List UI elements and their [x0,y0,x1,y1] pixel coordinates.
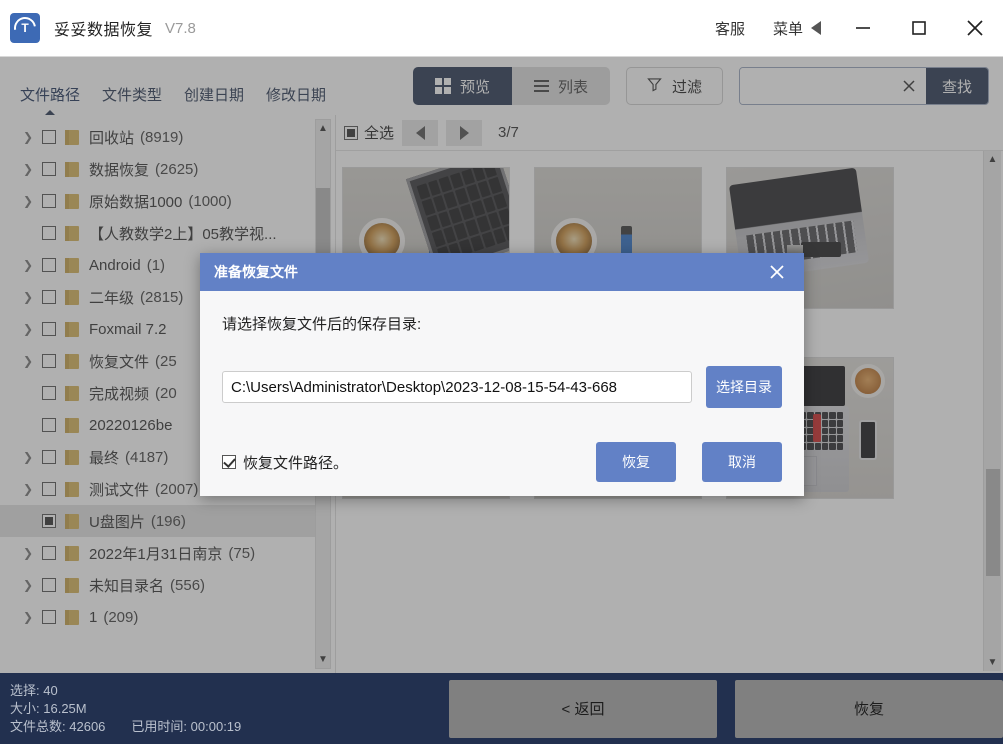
customer-service-button[interactable]: 客服 [701,18,759,39]
app-version: V7.8 [165,19,196,37]
dialog-cancel-button[interactable]: 取消 [702,442,782,482]
restore-path-label: 恢复文件路径。 [243,454,349,472]
dialog-prompt: 请选择恢复文件后的保存目录: [222,316,422,333]
app-logo-icon: T [9,12,41,44]
recover-dialog: 准备恢复文件 请选择恢复文件后的保存目录: 选择目录 恢复文件路径。 恢复 取消 [200,253,804,496]
dialog-path-row: 选择目录 [222,366,782,408]
back-button[interactable]: < 返回 [449,679,717,738]
total-files-value: 42606 [69,718,106,734]
status-bar: 选择: 40 大小: 16.25M 文件总数: 42606 已用时间: 00:0… [0,673,1003,744]
dialog-title: 准备恢复文件 [214,264,298,280]
dialog-recover-button[interactable]: 恢复 [596,442,676,482]
dialog-body: 请选择恢复文件后的保存目录: 选择目录 恢复文件路径。 恢复 取消 [200,291,804,496]
dialog-footer: 恢复文件路径。 恢复 取消 [222,442,782,482]
maximize-button[interactable] [891,0,947,56]
restore-path-checkbox-group[interactable]: 恢复文件路径。 [222,452,348,473]
dialog-header: 准备恢复文件 [200,253,804,291]
menu-caret-icon[interactable] [811,21,821,35]
app-title: 妥妥数据恢复 [54,22,154,39]
status-actions: < 返回 恢复 [449,679,1003,738]
application-window: T 妥妥数据恢复 V7.8 客服 菜单 文件路径 文件类型 创建日期 修改日期 [0,0,1003,744]
choose-directory-button[interactable]: 选择目录 [706,366,782,408]
title-bar-actions: 客服 菜单 [701,0,1003,56]
menu-button[interactable]: 菜单 [759,18,817,39]
selected-label: 选择: [10,682,40,698]
status-info: 选择: 40 大小: 16.25M 文件总数: 42606 已用时间: 00:0… [0,682,449,736]
dialog-close-button[interactable] [764,259,790,285]
elapsed-label: 已用时间: [131,718,188,734]
title-bar: T 妥妥数据恢复 V7.8 客服 菜单 [0,0,1003,57]
minimize-button[interactable] [835,0,891,56]
restore-path-checkbox[interactable] [222,455,236,469]
selected-value: 40 [43,682,58,698]
size-label: 大小: [10,700,40,716]
recover-button[interactable]: 恢复 [735,679,1003,738]
elapsed-value: 00:00:19 [190,718,242,734]
save-path-input[interactable] [222,371,692,403]
close-button[interactable] [947,0,1003,56]
dialog-buttons: 恢复 取消 [596,442,782,482]
size-value: 16.25M [43,700,87,716]
app-logo-letter: T [21,21,29,35]
total-files-label: 文件总数: [10,718,66,734]
